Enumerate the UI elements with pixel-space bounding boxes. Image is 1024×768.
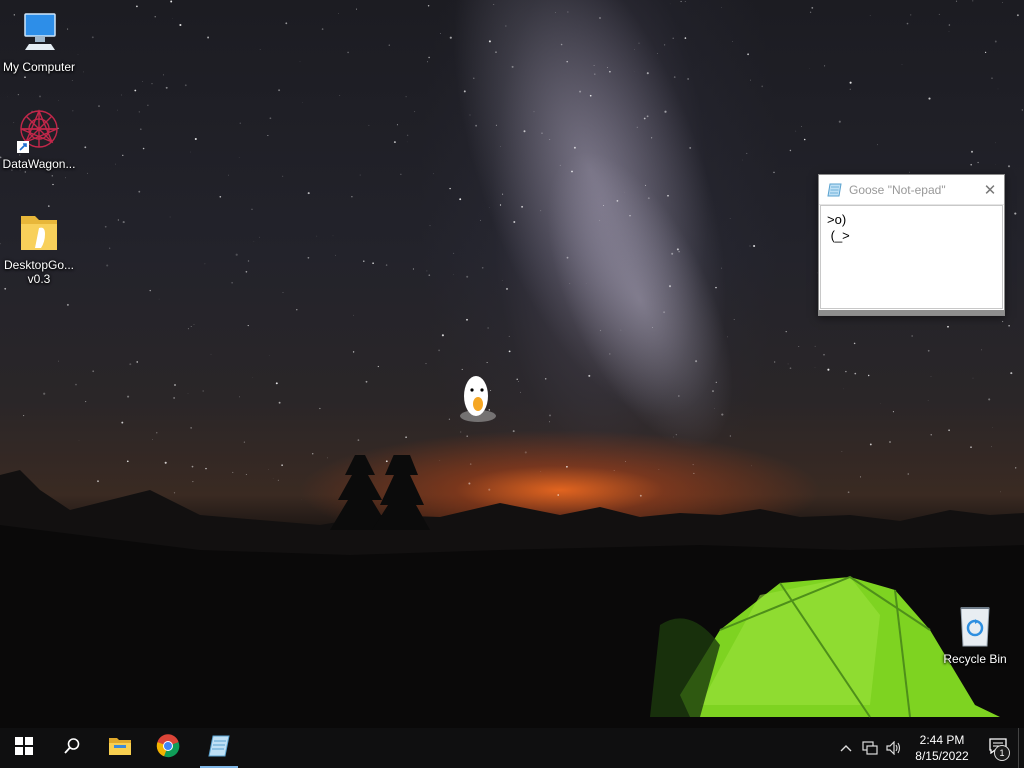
datawagon-icon <box>15 107 63 155</box>
desktop-icon-recycle-bin[interactable]: Recycle Bin <box>936 602 1014 666</box>
desktop-icon-desktopgoose-folder[interactable]: DesktopGo... v0.3 <box>0 208 78 286</box>
taskbar-notepad[interactable] <box>198 728 240 768</box>
taskbar-chrome[interactable] <box>144 728 192 768</box>
action-center-button[interactable]: 1 <box>978 728 1018 768</box>
notepad-icon <box>827 182 843 198</box>
window-titlebar[interactable]: Goose "Not-epad" ✕ <box>819 175 1004 205</box>
notepad-text-area[interactable]: >o) (_> <box>820 205 1003 309</box>
goose-notepad-window[interactable]: Goose "Not-epad" ✕ >o) (_> <box>818 174 1005 316</box>
show-desktop-button[interactable] <box>1018 728 1024 768</box>
clock-time: 2:44 PM <box>919 733 965 747</box>
computer-icon <box>15 10 63 58</box>
taskbar-clock[interactable]: 2:44 PM 8/15/2022 <box>906 732 978 764</box>
chrome-icon <box>156 733 180 763</box>
window-title: Goose "Not-epad" <box>849 182 946 197</box>
system-tray: 2:44 PM 8/15/2022 1 <box>834 728 1024 768</box>
window-bottom-bar <box>819 310 1004 315</box>
clock-date: 8/15/2022 <box>915 749 969 763</box>
folder-icon <box>15 208 63 256</box>
desktop-icon-datawagon[interactable]: DataWagon... <box>0 107 78 171</box>
desktop-background: My Computer DataWagon... DesktopGo... v0… <box>0 0 1024 728</box>
start-button[interactable] <box>0 728 48 768</box>
taskbar: 2:44 PM 8/15/2022 1 <box>0 728 1024 768</box>
network-icon[interactable] <box>858 728 882 768</box>
desktop-icon-my-computer[interactable]: My Computer <box>0 10 78 74</box>
taskbar-file-explorer[interactable] <box>96 728 144 768</box>
goose-sprite[interactable] <box>458 374 498 424</box>
notification-count-badge: 1 <box>994 745 1010 761</box>
search-button[interactable] <box>48 728 96 768</box>
landscape <box>0 455 1024 728</box>
search-icon <box>63 737 81 760</box>
close-icon[interactable]: ✕ <box>976 176 1004 204</box>
notepad-icon <box>207 734 231 763</box>
windows-start-icon <box>15 736 33 760</box>
volume-icon[interactable] <box>882 728 906 768</box>
recycle-bin-icon <box>951 602 999 650</box>
folder-icon <box>108 736 132 761</box>
chevron-up-icon[interactable] <box>834 728 858 768</box>
